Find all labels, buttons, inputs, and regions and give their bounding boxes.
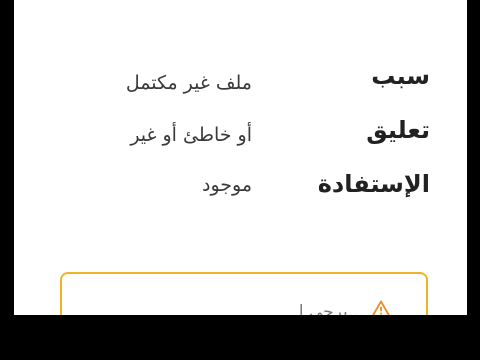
comment-label: تعليق: [366, 116, 430, 144]
comment-value: أو خاطئ أو غير: [130, 124, 252, 146]
warning-notice: ...يرجى إ: [60, 272, 428, 315]
reason-value: ملف غير مكتمل: [125, 72, 252, 94]
notice-text: ...يرجى إ: [298, 302, 364, 315]
details-card: سبب ملف غير مكتمل تعليق أو خاطئ أو غير ا…: [0, 0, 480, 315]
left-edge: [0, 0, 14, 315]
bottom-letterbox: [0, 315, 480, 360]
warning-icon: [372, 300, 390, 315]
right-edge: [467, 0, 480, 315]
reason-label: سبب: [371, 62, 430, 90]
benefit-value: موجود: [201, 174, 252, 196]
benefit-label: الإستفادة: [317, 170, 430, 198]
